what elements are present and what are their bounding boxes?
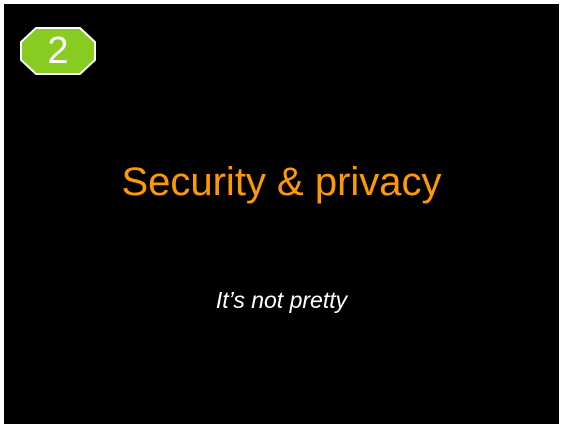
slide-subtitle: It’s not pretty [215,287,348,313]
badge-number: 2 [47,30,69,72]
slide-title: Security & privacy [121,160,442,204]
octagon-number-badge-icon: 2 [19,26,97,76]
slide: 2 Security & privacy It’s not pretty [4,4,559,424]
